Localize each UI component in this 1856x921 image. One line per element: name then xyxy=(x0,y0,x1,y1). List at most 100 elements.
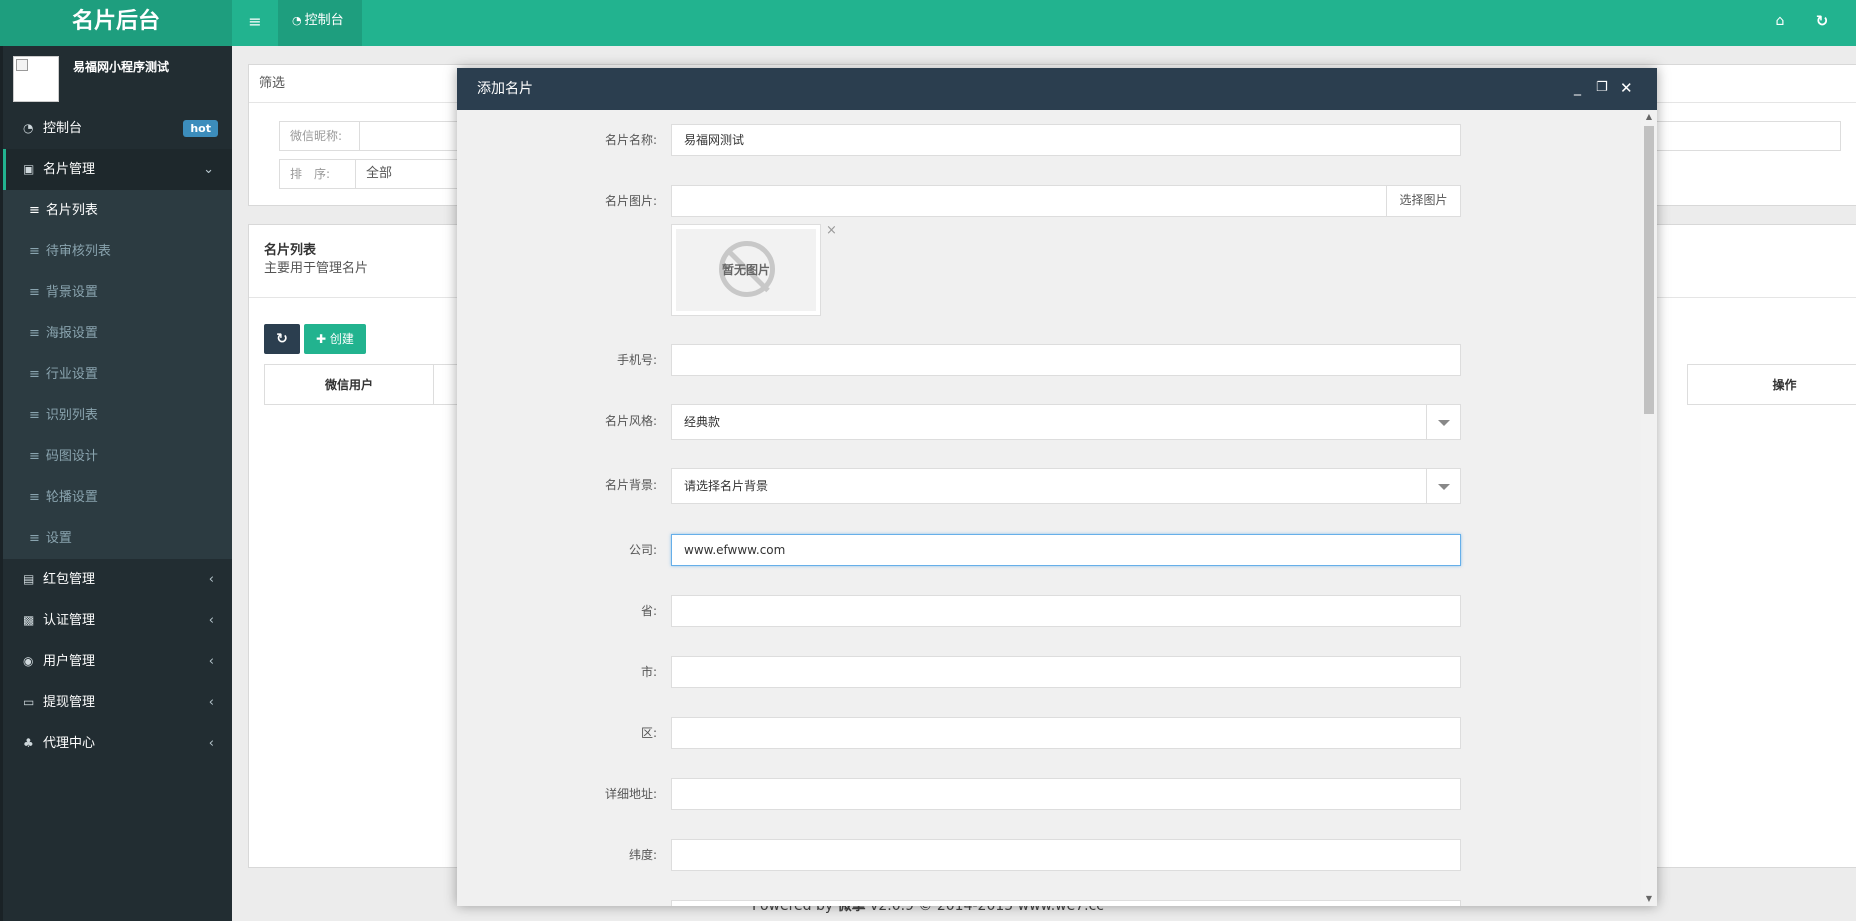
next-input[interactable] xyxy=(671,900,1461,906)
form-group-province: 省: xyxy=(457,595,1641,627)
sidebar-subitem-settings[interactable]: ≡ 设置 xyxy=(3,518,232,559)
company-label: 公司: xyxy=(628,543,657,557)
sidebar-subitem-recognition-list[interactable]: ≡ 识别列表 xyxy=(3,395,232,436)
minimize-icon[interactable]: _ xyxy=(1574,68,1581,108)
form-group-district: 区: xyxy=(457,717,1641,749)
list-title: 名片列表 xyxy=(264,243,317,258)
list-icon: ≡ xyxy=(29,449,40,464)
sidebar-subitem-background-settings[interactable]: ≡ 背景设置 xyxy=(3,272,232,313)
form-group-name: 名片名称: 易福网测试 xyxy=(457,124,1641,156)
image-input[interactable]: 选择图片 xyxy=(671,185,1461,217)
address-input[interactable] xyxy=(671,778,1461,810)
latitude-label: 纬度: xyxy=(628,848,657,862)
company-input[interactable]: www.efwww.com xyxy=(671,534,1461,566)
sidebar-subitem-carousel-settings[interactable]: ≡ 轮播设置 xyxy=(3,477,232,518)
name-label: 名片名称: xyxy=(604,133,657,147)
style-select[interactable]: 经典款 xyxy=(671,404,1461,440)
no-image-placeholder: 暂无图片 xyxy=(676,229,816,311)
column-header-wechat-user: 微信用户 xyxy=(264,364,434,405)
sidebar-subitem-pending-review[interactable]: ≡ 待审核列表 xyxy=(3,231,232,272)
select-image-button[interactable]: 选择图片 xyxy=(1386,185,1460,217)
district-label: 区: xyxy=(640,726,657,740)
chevron-left-icon: ‹ xyxy=(208,736,214,751)
form-group-address: 详细地址: xyxy=(457,778,1641,810)
refresh-icon[interactable]: ↻ xyxy=(1810,0,1834,46)
money-icon: ▭ xyxy=(23,695,35,709)
list-subtitle: 主要用于管理名片 xyxy=(264,261,369,276)
modal-scrollbar[interactable]: ▲ ▼ xyxy=(1641,110,1657,906)
sort-value: 全部 xyxy=(366,166,393,181)
sidebar: 易福网小程序测试 ◔ 控制台 hot ▣ 名片管理 ⌄ ≡ 名片列表 ≡ 待审核列表 ≡… xyxy=(0,46,232,921)
sidebar-subitem-label: 码图设计 xyxy=(45,449,98,464)
sort-filter[interactable]: 排 序: 全部 xyxy=(279,159,459,189)
menu-toggle-icon[interactable]: ≡ xyxy=(240,0,270,46)
name-input[interactable]: 易福网测试 xyxy=(671,124,1461,156)
caret-down-icon[interactable] xyxy=(1426,405,1460,439)
province-input[interactable] xyxy=(671,595,1461,627)
form-group-latitude: 纬度: xyxy=(457,839,1641,871)
user-panel: 易福网小程序测试 xyxy=(3,46,232,108)
caret-down-icon[interactable] xyxy=(1426,469,1460,503)
latitude-input[interactable] xyxy=(671,839,1461,871)
id-card-icon: ▣ xyxy=(23,162,35,176)
sidebar-item-label: 提现管理 xyxy=(43,695,96,710)
province-label: 省: xyxy=(640,604,657,618)
no-image-text: 暂无图片 xyxy=(721,263,770,277)
home-icon[interactable]: ⌂ xyxy=(1768,0,1792,46)
image-label: 名片图片: xyxy=(604,194,657,208)
tab-dashboard-label: 控制台 xyxy=(304,13,344,28)
sidebar-subitem-industry-settings[interactable]: ≡ 行业设置 xyxy=(3,354,232,395)
contact-icon: ▩ xyxy=(23,613,35,627)
district-input[interactable] xyxy=(671,717,1461,749)
user-name: 易福网小程序测试 xyxy=(73,60,170,74)
close-icon[interactable]: ✕ xyxy=(1620,68,1633,108)
sidebar-item-label: 用户管理 xyxy=(43,654,96,669)
list-icon: ≡ xyxy=(29,490,40,505)
scroll-down-icon[interactable]: ▼ xyxy=(1641,892,1657,906)
chevron-left-icon: ‹ xyxy=(208,695,214,710)
sidebar-item-card-management[interactable]: ▣ 名片管理 ⌄ xyxy=(3,149,232,190)
sidebar-subitem-label: 识别列表 xyxy=(45,408,98,423)
sidebar-item-auth[interactable]: ▩ 认证管理 ‹ xyxy=(3,600,232,641)
form-group-city: 市: xyxy=(457,656,1641,688)
app-logo[interactable]: 名片后台 xyxy=(0,0,232,46)
sidebar-subitem-qr-design[interactable]: ≡ 码图设计 xyxy=(3,436,232,477)
form-group-company: 公司: www.efwww.com xyxy=(457,534,1641,566)
form-group-phone: 手机号: xyxy=(457,344,1641,376)
sidebar-item-users[interactable]: ◉ 用户管理 ‹ xyxy=(3,641,232,682)
sidebar-subitem-poster-settings[interactable]: ≡ 海报设置 xyxy=(3,313,232,354)
sort-label: 排 序: xyxy=(280,160,356,188)
chevron-left-icon: ‹ xyxy=(208,613,214,628)
maximize-icon[interactable]: ❐ xyxy=(1596,68,1608,108)
list-icon: ≡ xyxy=(29,285,40,300)
card-management-submenu: ≡ 名片列表 ≡ 待审核列表 ≡ 背景设置 ≡ 海报设置 ≡ 行业设置 ≡ 识别列表 ≡ 码图… xyxy=(3,190,232,559)
scroll-up-icon[interactable]: ▲ xyxy=(1641,110,1657,124)
avatar xyxy=(13,56,59,102)
form-group-background: 名片背景: 请选择名片背景 xyxy=(457,468,1641,504)
hot-badge: hot xyxy=(183,120,218,137)
modal-body: 名片名称: 易福网测试 名片图片: 选择图片 暂无图片 × 手机号: 名片风格:… xyxy=(457,110,1641,906)
sidebar-item-label: 控制台 xyxy=(43,121,83,136)
sidebar-item-label: 红包管理 xyxy=(43,572,96,587)
refresh-button[interactable]: ↻ xyxy=(264,324,300,354)
background-select[interactable]: 请选择名片背景 xyxy=(671,468,1461,504)
sidebar-item-red-packet[interactable]: ▤ 红包管理 ‹ xyxy=(3,559,232,600)
city-input[interactable] xyxy=(671,656,1461,688)
phone-input[interactable] xyxy=(671,344,1461,376)
sidebar-item-dashboard[interactable]: ◔ 控制台 hot xyxy=(3,108,232,149)
sidebar-subitem-label: 待审核列表 xyxy=(45,244,111,259)
list-icon: ≡ xyxy=(29,203,40,218)
user-circle-icon: ◉ xyxy=(23,654,34,668)
wallet-icon: ▤ xyxy=(23,572,35,586)
column-header-actions: 操作 xyxy=(1687,364,1856,405)
sidebar-subitem-card-list[interactable]: ≡ 名片列表 xyxy=(3,190,232,231)
remove-image-icon[interactable]: × xyxy=(826,223,837,238)
scroll-thumb[interactable] xyxy=(1644,126,1654,414)
add-card-modal: 添加名片 _ ❐ ✕ 名片名称: 易福网测试 名片图片: 选择图片 暂无图片 ×… xyxy=(457,68,1657,906)
tab-dashboard[interactable]: ◔ 控制台 xyxy=(278,0,362,46)
create-button[interactable]: ✚ 创建 xyxy=(304,324,366,354)
sidebar-item-agent[interactable]: ♣ 代理中心 ‹ xyxy=(3,723,232,764)
list-icon: ≡ xyxy=(29,531,40,546)
sidebar-item-withdraw[interactable]: ▭ 提现管理 ‹ xyxy=(3,682,232,723)
background-select-value: 请选择名片背景 xyxy=(684,479,769,493)
